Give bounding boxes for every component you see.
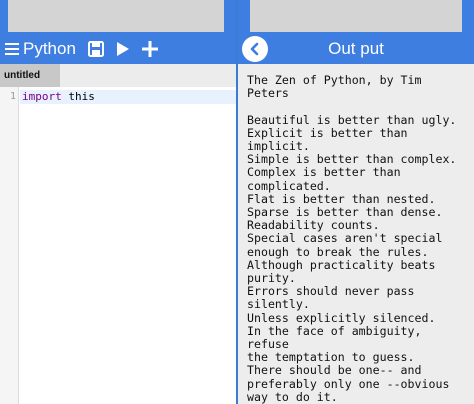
editor-top-placeholder (8, 0, 224, 32)
editor-toolbar: Python (0, 34, 236, 64)
editor-pane: Python untitled 1 import this (0, 0, 236, 404)
play-icon[interactable] (116, 41, 130, 57)
code-editor[interactable]: 1 import this (0, 87, 236, 404)
plus-icon[interactable] (141, 41, 158, 57)
code-keyword: import (22, 90, 62, 103)
language-label[interactable]: Python (23, 34, 76, 64)
output-toolbar: Out put (238, 34, 474, 64)
output-console: The Zen of Python, by Tim Peters Beautif… (238, 64, 474, 404)
output-title: Out put (328, 39, 384, 58)
code-rest: this (61, 90, 95, 103)
app-root: Python untitled 1 import this Out put Th… (0, 0, 474, 404)
line-number: 1 (9, 91, 16, 102)
tab-untitled[interactable]: untitled (0, 64, 60, 87)
save-icon[interactable] (87, 41, 104, 57)
line-gutter (0, 87, 19, 404)
output-top-placeholder (250, 0, 462, 32)
output-pane: Out put The Zen of Python, by Tim Peters… (238, 0, 474, 404)
file-tab-bar: untitled (0, 64, 236, 87)
code-line[interactable]: 1 import this (0, 90, 236, 104)
hamburger-menu-icon[interactable] (5, 43, 19, 55)
editor-top-strip (0, 0, 236, 34)
output-top-strip (238, 0, 474, 34)
code-text: import this (22, 90, 95, 104)
back-arrow-icon[interactable] (242, 36, 268, 62)
